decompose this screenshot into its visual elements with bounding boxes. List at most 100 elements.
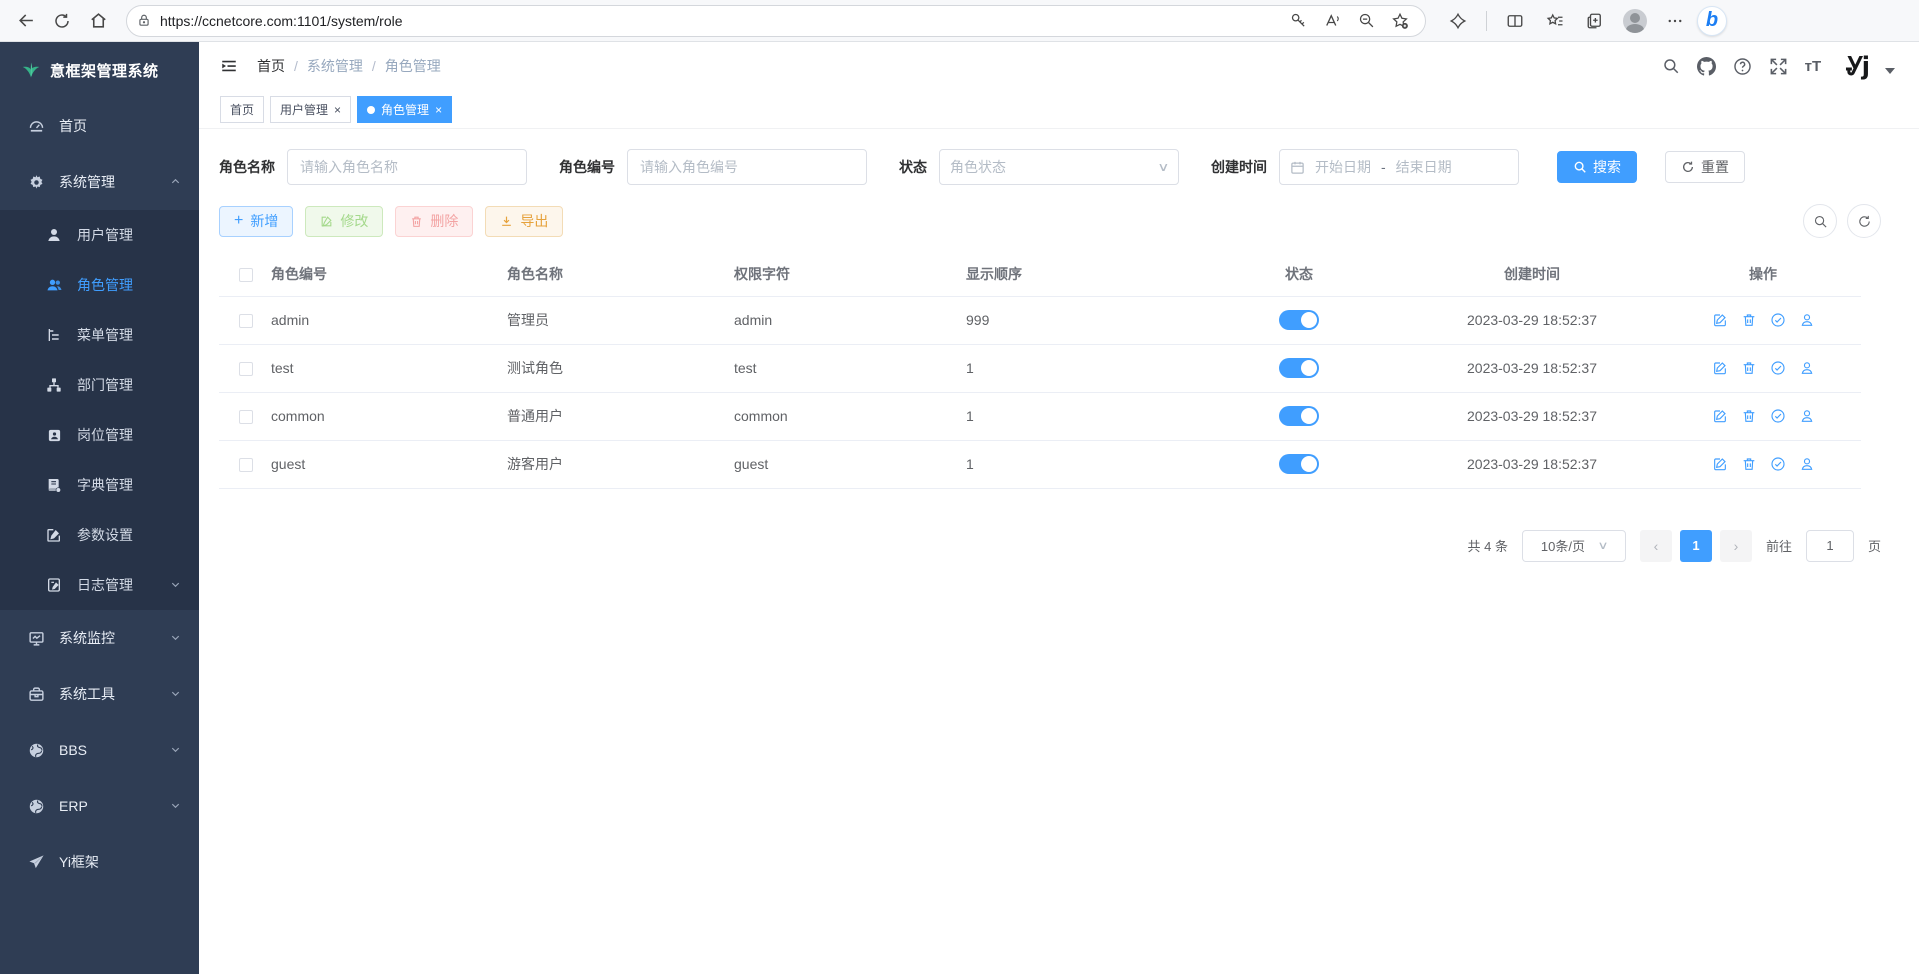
- user-logo-avatar[interactable]: Ꮍj: [1846, 52, 1868, 80]
- password-key-icon[interactable]: [1283, 7, 1313, 35]
- sidebar-item-menus[interactable]: 菜单管理: [0, 310, 199, 360]
- row-checkbox[interactable]: [239, 410, 253, 424]
- sidebar-item-dictionary[interactable]: 字典管理: [0, 460, 199, 510]
- app-logo[interactable]: 意框架管理系统: [0, 42, 199, 98]
- edit-button[interactable]: 修改: [305, 206, 383, 237]
- row-delete-icon[interactable]: [1741, 312, 1757, 328]
- refresh-icon[interactable]: [44, 4, 80, 38]
- refresh-table-button[interactable]: [1847, 204, 1881, 238]
- row-delete-icon[interactable]: [1741, 408, 1757, 424]
- close-icon[interactable]: ×: [334, 103, 341, 117]
- search-icon[interactable]: [1662, 57, 1680, 75]
- status-toggle[interactable]: [1279, 310, 1319, 330]
- row-delete-icon[interactable]: [1741, 456, 1757, 472]
- row-data-scope-icon[interactable]: [1770, 456, 1786, 472]
- favorites-bar-icon[interactable]: [1537, 4, 1573, 38]
- end-date-placeholder: 结束日期: [1396, 157, 1452, 177]
- goto-page-input[interactable]: [1806, 530, 1854, 562]
- select-all-checkbox[interactable]: [239, 268, 253, 282]
- role-code-input[interactable]: [627, 149, 867, 185]
- row-delete-icon[interactable]: [1741, 360, 1757, 376]
- sidebar-item-logs[interactable]: 日志管理: [0, 560, 199, 610]
- cell-role-code: admin: [271, 296, 507, 344]
- add-button[interactable]: + 新增: [219, 206, 293, 237]
- prev-page-button[interactable]: ‹: [1640, 530, 1672, 562]
- pagination: 共 4 条 10条/页 ∨ ‹ 1 › 前往 页: [199, 530, 1881, 562]
- page-unit-label: 页: [1868, 536, 1881, 555]
- date-range-picker[interactable]: 开始日期 - 结束日期: [1279, 149, 1519, 185]
- page-size-value: 10条/页: [1541, 536, 1585, 555]
- sidebar-item-roles[interactable]: 角色管理: [0, 260, 199, 310]
- reset-button[interactable]: 重置: [1665, 151, 1745, 183]
- caret-down-icon[interactable]: [1885, 68, 1895, 74]
- start-date-placeholder: 开始日期: [1315, 157, 1371, 177]
- sidebar-item-parameters[interactable]: 参数设置: [0, 510, 199, 560]
- zoom-out-icon[interactable]: [1351, 7, 1381, 35]
- log-document-icon: [45, 577, 63, 593]
- status-select[interactable]: 角色状态 ∨: [939, 149, 1179, 185]
- row-data-scope-icon[interactable]: [1770, 360, 1786, 376]
- font-size-icon[interactable]: тT: [1805, 58, 1822, 75]
- row-edit-icon[interactable]: [1712, 360, 1728, 376]
- user-icon: [45, 227, 63, 243]
- row-checkbox[interactable]: [239, 314, 253, 328]
- sidebar-item-system[interactable]: 系统管理: [0, 154, 199, 210]
- row-data-scope-icon[interactable]: [1770, 312, 1786, 328]
- role-name-input[interactable]: [287, 149, 527, 185]
- row-assign-user-icon[interactable]: [1799, 360, 1815, 376]
- page-1-button[interactable]: 1: [1680, 530, 1712, 562]
- fullscreen-icon[interactable]: [1769, 57, 1788, 76]
- sidebar-item-monitor[interactable]: 系统监控: [0, 610, 199, 666]
- tab-home[interactable]: 首页: [220, 96, 264, 123]
- help-icon[interactable]: [1733, 57, 1752, 76]
- row-edit-icon[interactable]: [1712, 312, 1728, 328]
- favorite-add-icon[interactable]: [1385, 7, 1415, 35]
- export-button[interactable]: 导出: [485, 206, 563, 237]
- row-assign-user-icon[interactable]: [1799, 312, 1815, 328]
- copilot-icon[interactable]: b: [1697, 6, 1727, 36]
- status-toggle[interactable]: [1279, 406, 1319, 426]
- github-icon[interactable]: [1697, 57, 1716, 76]
- row-checkbox[interactable]: [239, 458, 253, 472]
- sidebar-item-posts[interactable]: 岗位管理: [0, 410, 199, 460]
- table-toolbar: + 新增 修改 删除 导出: [219, 204, 1881, 238]
- close-icon[interactable]: ×: [435, 103, 442, 117]
- show-search-toggle-button[interactable]: [1803, 204, 1837, 238]
- sidebar-item-label: ERP: [59, 798, 88, 814]
- next-page-button[interactable]: ›: [1720, 530, 1752, 562]
- row-assign-user-icon[interactable]: [1799, 408, 1815, 424]
- sidebar-item-bbs[interactable]: BBS: [0, 722, 199, 778]
- extensions-icon[interactable]: [1440, 4, 1476, 38]
- sidebar-item-tools[interactable]: 系统工具: [0, 666, 199, 722]
- sidebar-item-departments[interactable]: 部门管理: [0, 360, 199, 410]
- sidebar-item-users[interactable]: 用户管理: [0, 210, 199, 260]
- sidebar-item-erp[interactable]: ERP: [0, 778, 199, 834]
- row-edit-icon[interactable]: [1712, 408, 1728, 424]
- page-size-select[interactable]: 10条/页 ∨: [1522, 530, 1626, 562]
- row-checkbox[interactable]: [239, 362, 253, 376]
- sidebar-item-home[interactable]: 首页: [0, 98, 199, 154]
- tab-role-management[interactable]: 角色管理 ×: [357, 96, 452, 123]
- tab-user-management[interactable]: 用户管理 ×: [270, 96, 351, 123]
- status-toggle[interactable]: [1279, 358, 1319, 378]
- lock-icon[interactable]: [137, 13, 151, 28]
- delete-button[interactable]: 删除: [395, 206, 473, 237]
- row-edit-icon[interactable]: [1712, 456, 1728, 472]
- address-bar[interactable]: [126, 5, 1426, 37]
- read-aloud-icon[interactable]: [1317, 7, 1347, 35]
- row-data-scope-icon[interactable]: [1770, 408, 1786, 424]
- row-assign-user-icon[interactable]: [1799, 456, 1815, 472]
- profile-avatar[interactable]: [1617, 4, 1653, 38]
- split-screen-icon[interactable]: [1497, 4, 1533, 38]
- status-toggle[interactable]: [1279, 454, 1319, 474]
- url-input[interactable]: [160, 13, 1283, 29]
- org-tree-icon: [45, 377, 63, 393]
- home-icon[interactable]: [80, 4, 116, 38]
- sidebar-item-yi-framework[interactable]: Yi框架: [0, 834, 199, 890]
- sidebar-collapse-icon[interactable]: [219, 57, 239, 75]
- back-icon[interactable]: [8, 4, 44, 38]
- search-button[interactable]: 搜索: [1557, 151, 1637, 183]
- breadcrumb-home[interactable]: 首页: [257, 56, 285, 76]
- collections-icon[interactable]: [1577, 4, 1613, 38]
- more-options-icon[interactable]: [1657, 4, 1693, 38]
